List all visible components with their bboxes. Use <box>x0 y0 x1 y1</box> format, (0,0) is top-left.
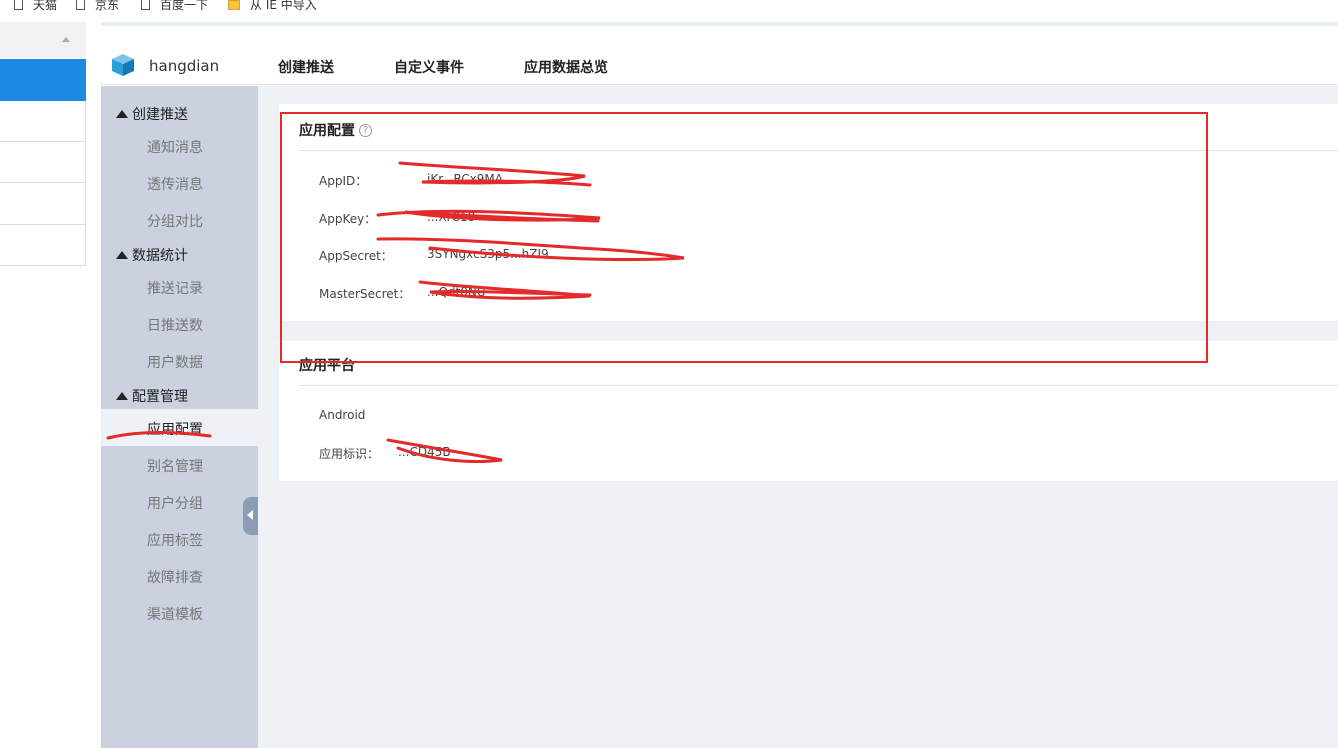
redaction-scribbles <box>106 161 685 463</box>
